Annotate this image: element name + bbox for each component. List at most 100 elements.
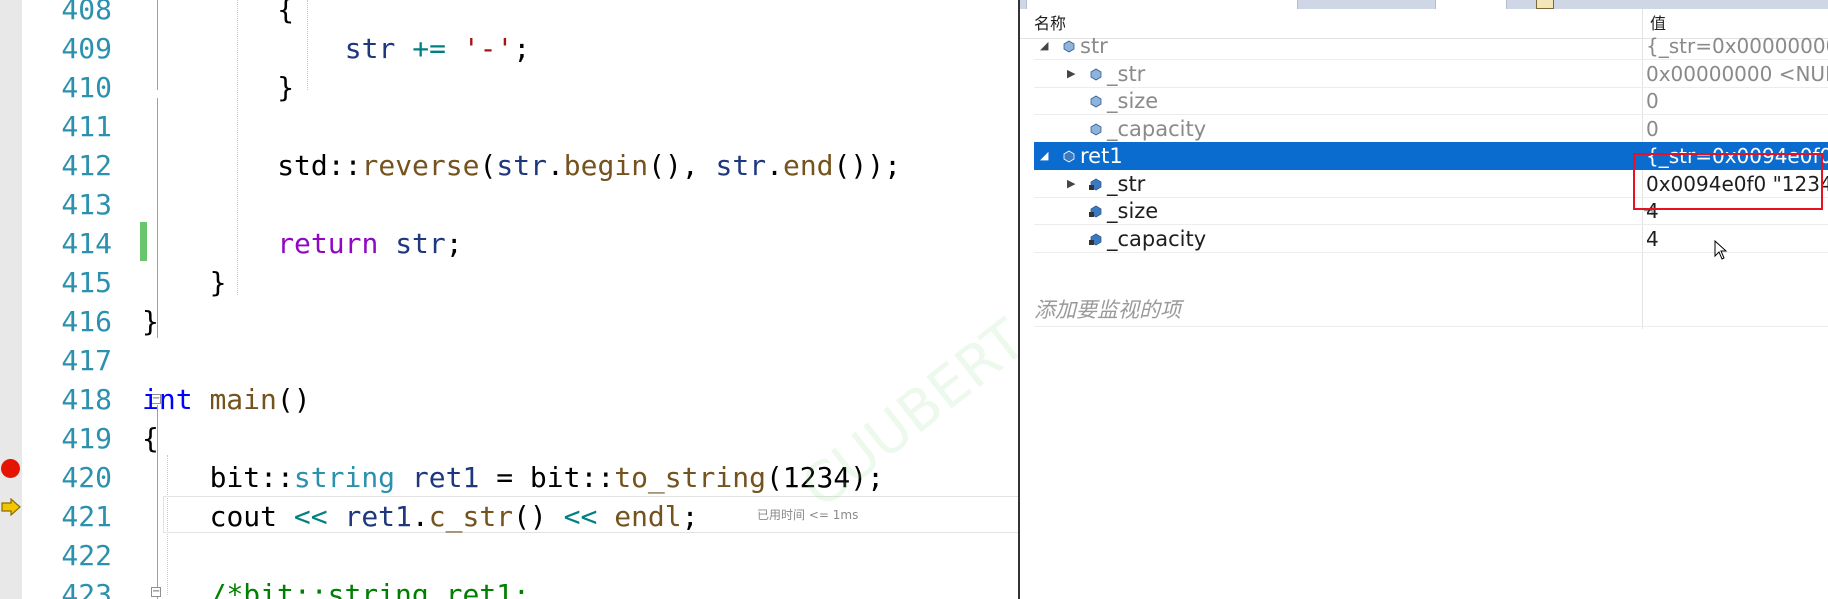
expand-arrow-icon[interactable]: ▶ [1067,60,1075,88]
code-token: ret1 [411,461,480,494]
watch-row[interactable]: ◢ str {_str=0x00000000 <NULL> _size=0 _cap… [1034,32,1828,60]
search-input[interactable] [1026,0,1298,9]
code-token: ; [513,32,531,65]
code-token: '-' [462,32,514,65]
watch-toolbar [1020,0,1828,9]
code-token: cout [209,500,278,533]
watch-value[interactable]: {_str=0x00000000 <NULL> _size=0 _capacit… [1646,32,1828,60]
collapse-arrow-icon[interactable]: ◢ [1040,32,1048,60]
code-text: } [142,302,159,341]
collapse-arrow-icon[interactable]: ◢ [1040,142,1048,170]
watch-value[interactable]: 0 [1646,115,1659,143]
code-line[interactable]: 417 [0,341,1018,380]
code-token: str [496,149,547,182]
code-token: << [563,500,598,533]
code-token: += [412,32,446,65]
code-token: begin [563,149,649,182]
code-token: (), [648,149,716,182]
code-token: ( [479,149,497,182]
code-line[interactable]: 423 /*bit::string ret1; [0,575,1018,599]
line-number: 418 [61,383,112,416]
code-line[interactable]: 414 return str; [0,224,1018,263]
code-text: { [277,0,294,29]
code-line[interactable]: 408 { [0,0,1018,29]
code-text: return str; [277,224,462,263]
code-text: } [277,68,294,107]
code-token: c_str [428,500,514,533]
code-token: endl [614,500,682,533]
code-token: bit [209,461,261,494]
field-icon [1090,95,1102,108]
code-token: } [209,266,227,299]
code-line[interactable]: 415} [0,263,1018,302]
watch-name: str [1080,34,1108,58]
code-token: . [766,149,783,182]
toolbar-icon[interactable] [1536,0,1554,9]
code-line[interactable]: 412 std::reverse(str.begin(), str.end()); [0,146,1018,185]
code-token: ()); [833,149,901,182]
line-number: 420 [61,461,112,494]
code-token: std [277,149,328,182]
code-line[interactable]: 411 [0,107,1018,146]
line-number: 416 [61,305,112,338]
watch-name: _capacity [1107,117,1207,141]
watch-name: ret1 [1080,144,1123,168]
line-number: 421 [61,500,112,533]
code-token: :: [260,461,294,494]
watch-name: _size [1107,89,1159,113]
watch-value[interactable]: 0x00000000 <NULL> [1646,60,1828,88]
watch-row[interactable]: _capacity 0 [1034,115,1828,143]
code-line[interactable]: 409 str += '-'; [0,29,1018,68]
field-icon [1090,68,1102,81]
code-text: int main() [142,380,311,419]
watch-name: _size [1107,199,1159,223]
code-token: string [293,461,396,494]
code-token: ret1 [344,500,412,533]
watch-name: _capacity [1107,227,1207,251]
code-line[interactable]: 413 [0,185,1018,224]
watch-value[interactable]: 4 [1646,225,1659,253]
watch-row[interactable]: _size 0 [1034,87,1828,115]
code-line[interactable]: 416} [0,302,1018,341]
code-token: int [142,383,193,416]
watch-row[interactable]: _capacity 4 [1034,225,1828,253]
mouse-cursor-icon [1714,240,1728,260]
watch-window[interactable]: 名称 值 ◢str{_str=0x00000000 <NULL> _size=0… [1018,0,1828,599]
code-token: << [293,500,328,533]
add-watch-item[interactable]: 添加要监视的项 [1034,295,1828,327]
code-line[interactable]: 410} [0,68,1018,107]
code-token: /*bit::string ret1; [209,578,530,599]
code-token: str [344,32,396,65]
expand-arrow-icon[interactable]: ▶ [1067,170,1075,198]
search-depth-input[interactable] [1435,0,1507,9]
watch-value[interactable]: 0 [1646,87,1659,115]
line-number: 423 [61,578,112,599]
code-token: ; [681,500,699,533]
line-number: 417 [61,344,112,377]
line-number: 414 [61,227,112,260]
watch-row[interactable]: ▶ _str 0x00000000 <NULL> [1034,60,1828,88]
code-text: cout << ret1.c_str() << endl; [210,497,699,536]
line-number: 409 [61,32,112,65]
code-token: end [782,149,834,182]
line-number: 413 [61,188,112,221]
code-text: } [210,263,227,302]
line-number: 411 [61,110,112,143]
code-line[interactable]: 421 cout << ret1.c_str() << endl; [0,497,1018,536]
watch-name: _str [1107,172,1146,196]
code-token: :: [327,149,362,182]
line-number: 412 [61,149,112,182]
code-editor[interactable]: − − 408{409 str += '-'; 410} 411 412 std::rev… [0,0,1018,599]
field-icon [1063,150,1075,163]
code-token: :: [580,461,615,494]
code-line[interactable]: 422 [0,536,1018,575]
code-token: . [411,500,429,533]
